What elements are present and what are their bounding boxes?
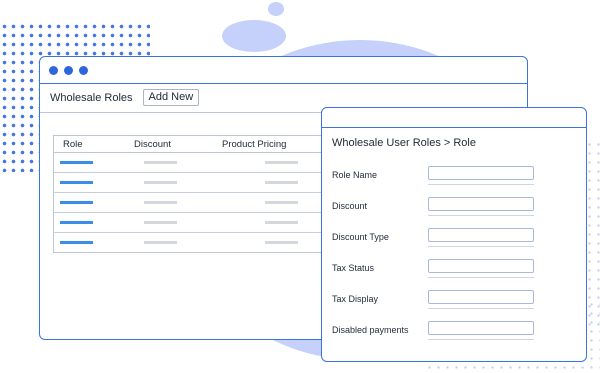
field-label: Discount bbox=[332, 201, 368, 211]
role-placeholder[interactable] bbox=[60, 181, 93, 184]
edit-role-window: Wholesale User Roles > Role Role Name Di… bbox=[321, 107, 587, 362]
table-row[interactable] bbox=[54, 233, 344, 252]
pricing-placeholder bbox=[265, 221, 298, 224]
field-row-role-name: Role Name bbox=[332, 166, 577, 188]
window-titlebar bbox=[40, 57, 527, 84]
role-cell bbox=[54, 161, 124, 164]
field-row-tax-display: Tax Display bbox=[332, 290, 577, 312]
decorative-blob-tiny bbox=[268, 2, 284, 16]
discount-placeholder bbox=[144, 161, 177, 164]
field-underline bbox=[428, 215, 534, 216]
discount-cell bbox=[124, 181, 214, 184]
page-title: Wholesale Roles bbox=[50, 91, 133, 104]
field-underline bbox=[428, 339, 534, 340]
tax-display-input[interactable] bbox=[428, 290, 534, 304]
window-control-dot[interactable] bbox=[79, 65, 88, 75]
role-cell bbox=[54, 241, 124, 244]
add-new-button[interactable]: Add New bbox=[142, 89, 200, 106]
column-header-discount[interactable]: Discount bbox=[124, 139, 214, 150]
discount-cell bbox=[124, 161, 214, 164]
discount-type-input[interactable] bbox=[428, 228, 534, 242]
field-underline bbox=[428, 277, 534, 278]
field-underline bbox=[428, 184, 534, 185]
window-control-dot[interactable] bbox=[49, 65, 58, 75]
disabled-payments-input[interactable] bbox=[428, 321, 534, 335]
table-row[interactable] bbox=[54, 153, 344, 173]
table-row[interactable] bbox=[54, 173, 344, 193]
window-control-dot[interactable] bbox=[64, 65, 73, 75]
discount-placeholder bbox=[144, 201, 177, 204]
window-titlebar bbox=[322, 108, 586, 128]
discount-input[interactable] bbox=[428, 197, 534, 211]
field-label: Tax Display bbox=[332, 294, 379, 304]
decorative-blob-small bbox=[222, 20, 286, 52]
discount-placeholder bbox=[144, 241, 177, 244]
role-name-input[interactable] bbox=[428, 166, 534, 180]
roles-table: Role Discount Product Pricing bbox=[53, 135, 344, 253]
role-placeholder[interactable] bbox=[60, 241, 93, 244]
discount-placeholder bbox=[144, 221, 177, 224]
column-header-role[interactable]: Role bbox=[54, 139, 124, 150]
table-row[interactable] bbox=[54, 193, 344, 213]
field-row-discount: Discount bbox=[332, 197, 577, 219]
field-underline bbox=[428, 308, 534, 309]
discount-cell bbox=[124, 221, 214, 224]
field-row-tax-status: Tax Status bbox=[332, 259, 577, 281]
discount-cell bbox=[124, 201, 214, 204]
field-label: Discount Type bbox=[332, 232, 389, 242]
field-row-disabled-payments: Disabled payments bbox=[332, 321, 577, 343]
field-label: Disabled payments bbox=[332, 325, 409, 335]
role-cell bbox=[54, 221, 124, 224]
table-header: Role Discount Product Pricing bbox=[54, 136, 344, 153]
role-cell bbox=[54, 201, 124, 204]
pricing-placeholder bbox=[265, 161, 298, 164]
field-row-discount-type: Discount Type bbox=[332, 228, 577, 250]
field-underline bbox=[428, 246, 534, 247]
field-label: Tax Status bbox=[332, 263, 375, 273]
role-placeholder[interactable] bbox=[60, 221, 93, 224]
pricing-placeholder bbox=[265, 201, 298, 204]
decorative-dot-grid-faint-side bbox=[585, 140, 600, 330]
edit-window-title: Wholesale User Roles > Role bbox=[332, 137, 476, 149]
page-header: Wholesale Roles Add New bbox=[50, 89, 200, 106]
role-placeholder[interactable] bbox=[60, 161, 93, 164]
pricing-placeholder bbox=[265, 181, 298, 184]
discount-placeholder bbox=[144, 181, 177, 184]
table-row[interactable] bbox=[54, 213, 344, 233]
tax-status-input[interactable] bbox=[428, 259, 534, 273]
pricing-placeholder bbox=[265, 241, 298, 244]
role-placeholder[interactable] bbox=[60, 201, 93, 204]
discount-cell bbox=[124, 241, 214, 244]
role-cell bbox=[54, 181, 124, 184]
field-label: Role Name bbox=[332, 170, 378, 180]
